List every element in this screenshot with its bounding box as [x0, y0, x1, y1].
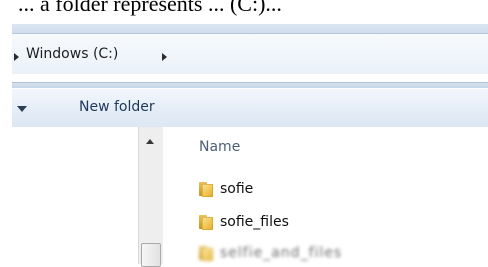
scroll-up-arrow-icon[interactable]	[146, 139, 154, 144]
breadcrumb-chevron-icon[interactable]	[162, 53, 167, 61]
explorer-window: Windows (C:) New folder Name sofie sofie…	[12, 24, 488, 267]
file-name: sofie_files	[220, 214, 289, 230]
list-item[interactable]: sofie	[199, 178, 253, 200]
top-caption-text: ... a folder represents ... (C:)...	[18, 0, 282, 16]
scroll-thumb[interactable]	[141, 243, 161, 267]
breadcrumb-location[interactable]: Windows (C:)	[26, 46, 118, 62]
navigation-pane[interactable]	[12, 127, 138, 264]
list-item[interactable]: selfie_and_files	[199, 242, 342, 264]
file-list: Name sofie sofie_files selfie_and_files	[163, 127, 488, 264]
command-toolbar: New folder	[12, 88, 488, 128]
breadcrumb-arrow-icon[interactable]	[14, 53, 19, 61]
folder-icon	[199, 181, 214, 197]
list-item[interactable]: sofie_files	[199, 211, 289, 233]
file-name: sofie	[220, 181, 254, 197]
top-caption-fragment: ... a folder represents ... (C:)...	[0, 0, 488, 26]
title-band	[12, 24, 488, 33]
folder-icon	[199, 214, 214, 230]
new-folder-button[interactable]: New folder	[76, 99, 158, 115]
folder-icon	[199, 245, 214, 261]
file-name: selfie_and_files	[220, 245, 343, 261]
address-bar[interactable]: Windows (C:)	[12, 33, 488, 74]
organize-dropdown-icon[interactable]	[17, 106, 27, 112]
column-header-name[interactable]: Name	[199, 139, 240, 155]
nav-pane-scrollbar[interactable]	[138, 127, 164, 267]
